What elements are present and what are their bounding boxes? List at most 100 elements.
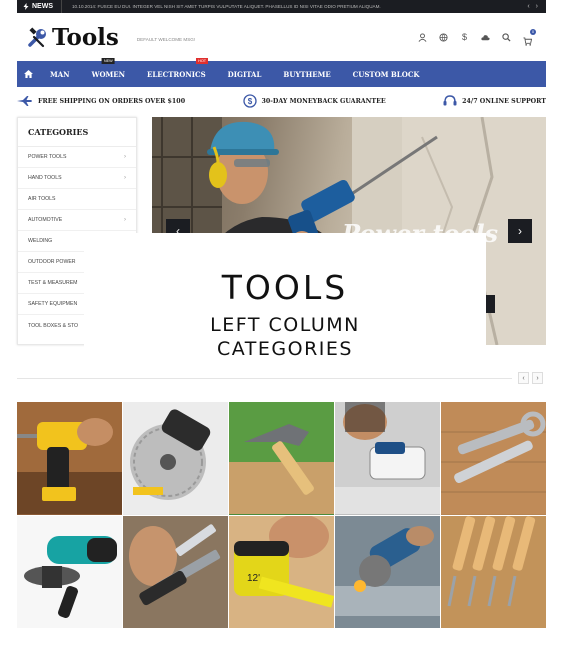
chevron-right-icon: › — [536, 374, 539, 382]
news-bar: NEWS 10.10.2014: FUSCE EU DUI. INTEGER V… — [17, 0, 546, 13]
product-tile[interactable] — [335, 402, 440, 515]
cat-label: OUTDOOR POWER — [28, 259, 76, 265]
search-icon[interactable] — [502, 32, 511, 42]
plane-icon — [17, 96, 32, 106]
carving-chisels-image — [441, 515, 546, 628]
hammer-image — [229, 402, 334, 514]
welcome-message: DEFAULT WELCOME MSG! — [136, 37, 196, 42]
nav-home[interactable] — [17, 61, 39, 87]
cat-label: WELDING — [28, 238, 53, 244]
news-tag: NEWS — [23, 0, 62, 13]
nav-label: ELECTRONICS — [147, 69, 206, 79]
product-tile[interactable]: 12' — [229, 515, 334, 628]
nav-item-digital[interactable]: DIGITAL — [217, 61, 273, 87]
nav-label: MAN — [50, 69, 70, 79]
overlay-subtitle-line2: CATEGORIES — [217, 337, 353, 360]
service-support: 24/7 ONLINE SUPPORT — [443, 95, 546, 107]
sidebar-item-power-tools[interactable]: POWER TOOLS › — [18, 147, 136, 168]
home-icon — [23, 70, 33, 78]
hot-badge: HOT — [196, 58, 209, 64]
carousel-prev-button[interactable]: ‹ — [518, 372, 529, 384]
product-tile[interactable] — [17, 515, 122, 628]
cat-label: AUTOMOTIVE — [28, 217, 63, 223]
chisel-image — [123, 515, 228, 628]
nav-item-buytheme[interactable]: BUYTHEME — [272, 61, 341, 87]
product-tile[interactable] — [229, 402, 334, 515]
dollar-icon[interactable]: $ — [460, 32, 469, 42]
circular-saw-image — [123, 402, 228, 514]
logo-text: Tools — [52, 23, 119, 51]
product-tile[interactable] — [441, 402, 546, 515]
globe-icon[interactable] — [439, 32, 448, 42]
services-row: FREE SHIPPING ON ORDERS OVER $100 $ 30-D… — [17, 90, 546, 112]
grinder-cutting-image — [335, 515, 440, 628]
nav-label: WOMEN — [91, 69, 126, 79]
news-ticker[interactable]: 10.10.2014: FUSCE EU DUI. INTEGER VEL NI… — [62, 4, 381, 9]
site-header: Tools DEFAULT WELCOME MSG! $ 0 — [17, 13, 546, 61]
svg-text:12': 12' — [247, 573, 260, 584]
chevron-right-icon: › — [124, 154, 126, 160]
theme-overlay-card: TOOLS LEFT COLUMN CATEGORIES — [84, 233, 486, 395]
news-nav: ‹ › — [527, 3, 546, 10]
nav-item-electronics[interactable]: HOT ELECTRONICS — [136, 58, 217, 87]
nav-item-man[interactable]: MAN — [39, 61, 81, 87]
cart-icon — [523, 36, 533, 46]
chevron-left-icon: ‹ — [522, 374, 525, 382]
cat-label: POWER TOOLS — [28, 154, 67, 160]
overlay-title: TOOLS — [221, 267, 349, 307]
sidebar-item-automotive[interactable]: AUTOMOTIVE › — [18, 210, 136, 231]
service-label: FREE SHIPPING ON ORDERS OVER $100 — [38, 97, 186, 105]
cat-label: TOOL BOXES & STO — [28, 322, 79, 329]
product-tile[interactable] — [441, 515, 546, 628]
drill-image — [17, 402, 122, 514]
cart-count-badge: 0 — [530, 28, 536, 35]
wrenches-image — [441, 402, 546, 514]
new-badge: NEW — [101, 58, 115, 64]
overlay-subtitle: LEFT COLUMN CATEGORIES — [210, 313, 360, 361]
cloud-icon[interactable] — [481, 33, 490, 42]
sidebar-item-hand-tools[interactable]: HAND TOOLS › — [18, 168, 136, 189]
chevron-left-icon[interactable]: ‹ — [527, 3, 529, 10]
chevron-right-icon: › — [124, 217, 126, 223]
cat-label: HAND TOOLS — [28, 175, 62, 181]
nav-item-women[interactable]: NEW WOMEN — [81, 58, 136, 87]
dollar-circle-icon: $ — [242, 94, 257, 108]
cart-button[interactable]: 0 — [523, 28, 536, 46]
tools-logo-icon — [28, 27, 46, 48]
angle-grinder-image — [17, 515, 122, 628]
nav-item-custom-block[interactable]: CUSTOM BLOCK — [342, 61, 431, 87]
nav-label: DIGITAL — [227, 69, 262, 79]
sidebar-item-air-tools[interactable]: AIR TOOLS — [18, 189, 136, 210]
nav-label: BUYTHEME — [283, 69, 331, 79]
product-tile[interactable] — [123, 515, 228, 628]
product-tile[interactable] — [17, 402, 122, 515]
service-label: 30-DAY MONEYBACK GUARANTEE — [261, 97, 386, 105]
nav-label: CUSTOM BLOCK — [352, 69, 420, 79]
cat-label: SAFETY EQUIPMEN — [28, 301, 78, 307]
svg-text:$: $ — [247, 97, 252, 106]
logo[interactable]: Tools — [27, 24, 119, 51]
bolt-icon — [23, 3, 29, 10]
user-icon[interactable] — [418, 32, 427, 42]
product-grid: 12' — [17, 402, 546, 628]
cat-label: TEST & MEASUREM — [28, 280, 78, 286]
service-label: 24/7 ONLINE SUPPORT — [462, 97, 546, 105]
news-label: NEWS — [32, 3, 53, 10]
service-moneyback: $ 30-DAY MONEYBACK GUARANTEE — [242, 94, 386, 108]
slide-next-button[interactable]: › — [508, 219, 532, 243]
chevron-right-icon: › — [124, 175, 126, 181]
overlay-subtitle-line1: LEFT COLUMN — [210, 313, 360, 336]
product-tile[interactable] — [123, 402, 228, 515]
header-icons: $ 0 — [418, 28, 536, 46]
product-tile[interactable] — [335, 515, 440, 628]
main-nav: MAN NEW WOMEN HOT ELECTRONICS DIGITAL BU… — [17, 58, 546, 87]
tape-measure-image: 12' — [229, 515, 334, 628]
section-divider — [17, 378, 512, 379]
plunge-saw-image — [335, 402, 440, 514]
sidebar-title: CATEGORIES — [18, 118, 136, 147]
cat-label: AIR TOOLS — [28, 196, 56, 202]
carousel-next-button[interactable]: › — [532, 372, 543, 384]
chevron-right-icon[interactable]: › — [536, 3, 538, 10]
support-icon — [443, 95, 457, 106]
service-free-shipping: FREE SHIPPING ON ORDERS OVER $100 — [17, 96, 185, 106]
